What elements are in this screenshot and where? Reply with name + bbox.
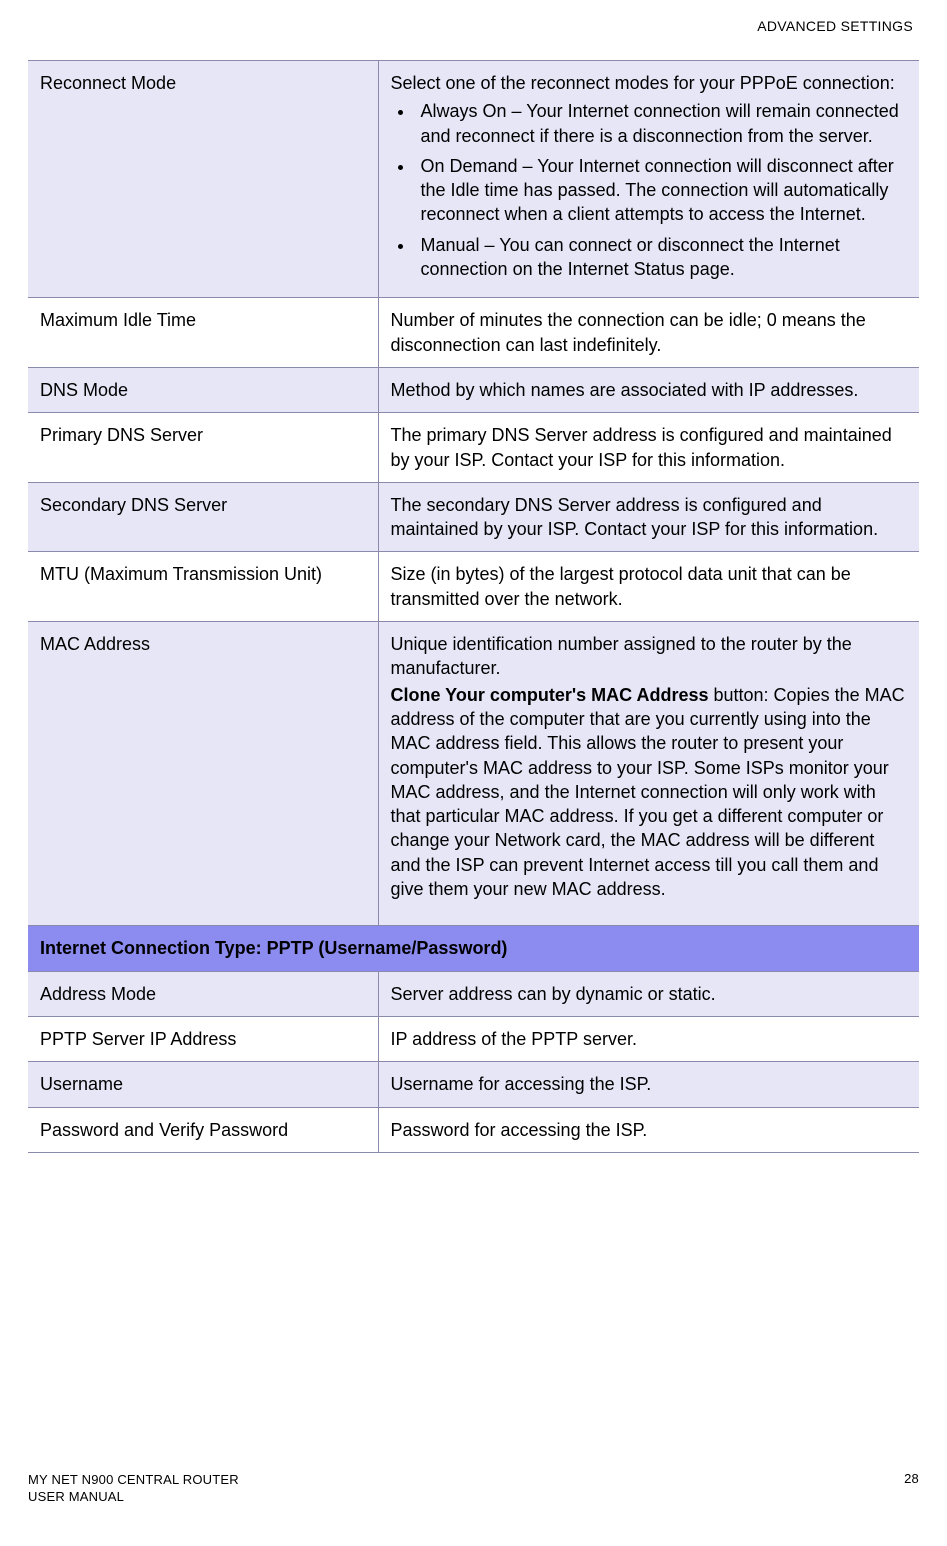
row-description: Size (in bytes) of the largest protocol … <box>378 552 919 622</box>
row-description: Select one of the reconnect modes for yo… <box>378 61 919 298</box>
table-row: Password and Verify Password Password fo… <box>28 1107 919 1152</box>
table-row: PPTP Server IP Address IP address of the… <box>28 1016 919 1061</box>
table-row: Reconnect Mode Select one of the reconne… <box>28 61 919 298</box>
row-description: Method by which names are associated wit… <box>378 367 919 412</box>
footer-title: MY NET N900 CENTRAL ROUTER USER MANUAL <box>28 1471 239 1506</box>
reconnect-mode-list: Always On – Your Internet connection wil… <box>391 99 908 287</box>
row-label: MAC Address <box>28 622 378 926</box>
list-item: On Demand – Your Internet connection wil… <box>415 154 908 233</box>
row-description: IP address of the PPTP server. <box>378 1016 919 1061</box>
list-item: Always On – Your Internet connection wil… <box>415 99 908 154</box>
row-description: The secondary DNS Server address is conf… <box>378 482 919 552</box>
list-item: Manual – You can connect or disconnect t… <box>415 233 908 288</box>
row-description: Password for accessing the ISP. <box>378 1107 919 1152</box>
row-label: Password and Verify Password <box>28 1107 378 1152</box>
page-content: ADVANCED SETTINGS Reconnect Mode Select … <box>0 0 947 1153</box>
row-description: Unique identification number assigned to… <box>378 622 919 926</box>
table-row: Secondary DNS Server The secondary DNS S… <box>28 482 919 552</box>
row-label: Address Mode <box>28 971 378 1016</box>
table-row: DNS Mode Method by which names are assoc… <box>28 367 919 412</box>
mac-address-clone-info: Clone Your computer's MAC Address button… <box>391 683 908 902</box>
row-label: Reconnect Mode <box>28 61 378 298</box>
row-description: Server address can by dynamic or static. <box>378 971 919 1016</box>
row-description: Number of minutes the connection can be … <box>378 298 919 368</box>
row-label: Username <box>28 1062 378 1107</box>
row-description: The primary DNS Server address is config… <box>378 413 919 483</box>
section-header: ADVANCED SETTINGS <box>28 18 919 34</box>
table-row: Primary DNS Server The primary DNS Serve… <box>28 413 919 483</box>
row-label: DNS Mode <box>28 367 378 412</box>
table-row: MTU (Maximum Transmission Unit) Size (in… <box>28 552 919 622</box>
row-label: MTU (Maximum Transmission Unit) <box>28 552 378 622</box>
row-label: Primary DNS Server <box>28 413 378 483</box>
page-footer: MY NET N900 CENTRAL ROUTER USER MANUAL 2… <box>28 1471 919 1506</box>
clone-mac-bold: Clone Your computer's MAC Address <box>391 685 709 705</box>
settings-table: Reconnect Mode Select one of the reconne… <box>28 60 919 1153</box>
footer-line2: USER MANUAL <box>28 1488 239 1506</box>
row-label: Maximum Idle Time <box>28 298 378 368</box>
table-row: MAC Address Unique identification number… <box>28 622 919 926</box>
row-label: Secondary DNS Server <box>28 482 378 552</box>
table-row: Address Mode Server address can by dynam… <box>28 971 919 1016</box>
table-section-header: Internet Connection Type: PPTP (Username… <box>28 926 919 971</box>
reconnect-intro: Select one of the reconnect modes for yo… <box>391 71 908 95</box>
row-label: PPTP Server IP Address <box>28 1016 378 1061</box>
footer-line1: MY NET N900 CENTRAL ROUTER <box>28 1471 239 1489</box>
mac-address-intro: Unique identification number assigned to… <box>391 632 908 681</box>
table-row: Maximum Idle Time Number of minutes the … <box>28 298 919 368</box>
spacer <box>391 901 908 915</box>
section-header-text: Internet Connection Type: PPTP (Username… <box>28 926 919 971</box>
row-description: Username for accessing the ISP. <box>378 1062 919 1107</box>
page-number: 28 <box>904 1471 919 1486</box>
table-row: Username Username for accessing the ISP. <box>28 1062 919 1107</box>
clone-mac-rest: button: Copies the MAC address of the co… <box>391 685 905 899</box>
